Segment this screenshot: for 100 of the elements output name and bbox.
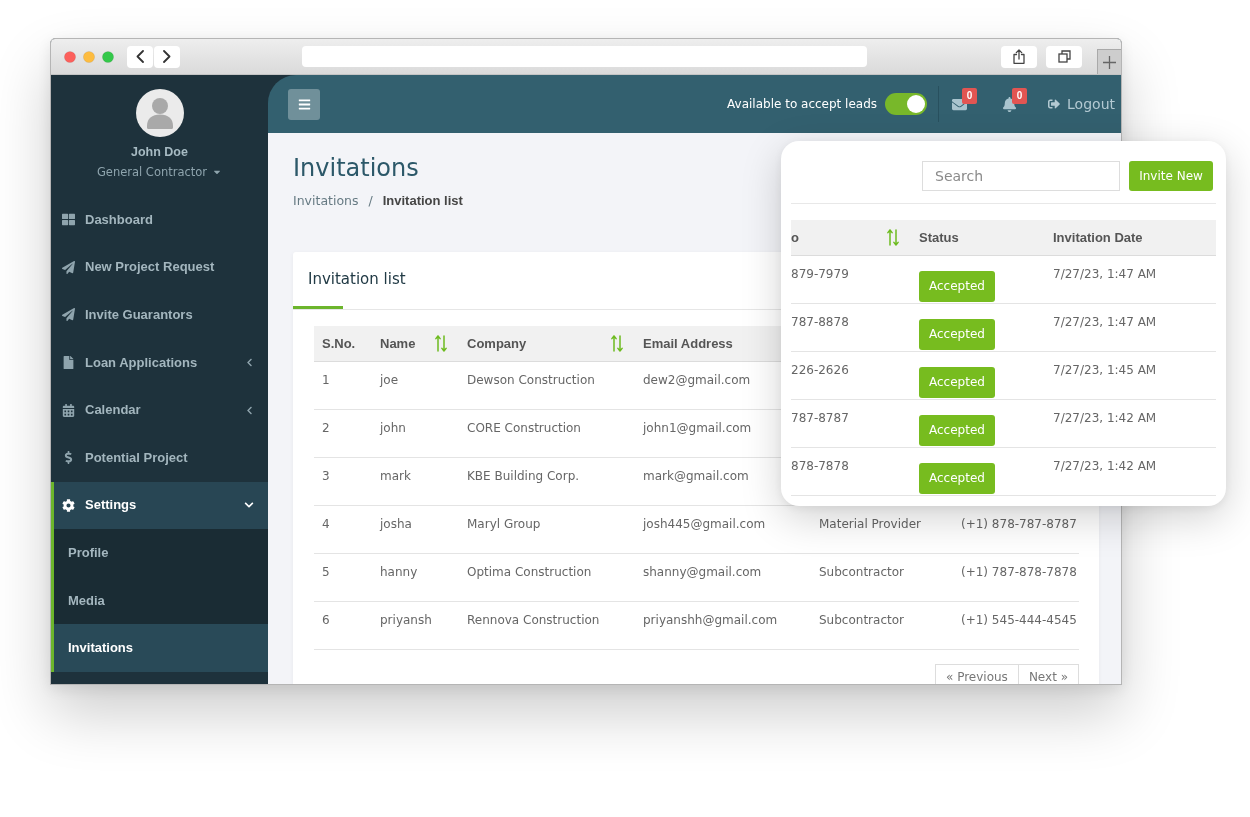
- search-field[interactable]: Search: [922, 161, 1120, 191]
- menu-icon: [297, 97, 311, 111]
- sidebar-item[interactable]: Dashboard: [54, 196, 268, 244]
- page-title: Invitations: [293, 153, 419, 183]
- table-cell: 1: [322, 372, 330, 388]
- table-cell: Subcontractor: [819, 612, 904, 628]
- sidebar-subitem[interactable]: Invitations: [54, 624, 268, 672]
- breadcrumb-link[interactable]: Invitations: [293, 192, 359, 210]
- plus-icon: [1103, 55, 1116, 69]
- sidebar-item[interactable]: Invite Guarantors: [54, 291, 268, 339]
- new-tab-button[interactable]: [1097, 49, 1121, 74]
- sidebar-item[interactable]: Calendar: [54, 386, 268, 434]
- grid-icon: [62, 213, 75, 227]
- sort-icon[interactable]: [435, 335, 447, 352]
- table-cell: 2: [322, 420, 330, 436]
- sign-out-icon: [1048, 98, 1061, 110]
- toggle-switch[interactable]: [885, 93, 928, 115]
- forward-button[interactable]: [154, 45, 180, 68]
- sidebar-item[interactable]: New Project Request: [54, 243, 268, 292]
- breadcrumb-current: Invitation list: [382, 192, 463, 210]
- sidebar-subitem[interactable]: Media: [54, 576, 268, 625]
- mail-icon: [952, 96, 968, 112]
- next-button[interactable]: Next »: [1018, 664, 1079, 684]
- logout-link[interactable]: Logout: [1048, 95, 1115, 113]
- count-badge: 0: [1012, 87, 1028, 104]
- table-cell: 226-2626: [791, 362, 849, 378]
- calendar-icon: [62, 403, 75, 417]
- table-cell: Maryl Group: [467, 516, 541, 532]
- chevron-left-icon: [136, 50, 144, 63]
- table-cell: john1@gmail.com: [643, 420, 752, 436]
- table-cell: 787-8787: [791, 410, 849, 426]
- status-badge: Accepted: [919, 319, 995, 350]
- sidebar-item[interactable]: Potential Project: [54, 433, 268, 482]
- column-header: Company: [467, 335, 527, 352]
- table-cell: josh445@gmail.com: [643, 516, 766, 532]
- table-cell: Optima Construction: [467, 564, 592, 580]
- column-header: Email Address: [643, 335, 733, 352]
- sort-icon[interactable]: [887, 229, 899, 246]
- sort-icon[interactable]: [611, 335, 623, 352]
- sidebar-item[interactable]: Settings: [54, 481, 268, 530]
- table-cell: 3: [322, 468, 330, 484]
- table-cell: KBE Building Corp.: [467, 468, 580, 484]
- sidebar-item[interactable]: Loan Applications: [54, 338, 268, 387]
- table-cell: (+1) 545-444-4545: [961, 612, 1077, 628]
- table-cell: 4: [322, 516, 330, 532]
- file-icon: [62, 356, 75, 370]
- menu-button[interactable]: [288, 88, 320, 120]
- paper-plane-icon: [62, 260, 75, 274]
- share-icon: [1013, 49, 1025, 64]
- column-header: o: [791, 229, 799, 246]
- share-button[interactable]: [1001, 45, 1037, 68]
- gear-icon: [62, 498, 75, 512]
- status-badge: Accepted: [919, 415, 995, 446]
- column-header: S.No.: [322, 335, 356, 352]
- table-cell: 7/27/23, 1:42 AM: [1053, 410, 1157, 426]
- avatar-icon: [135, 89, 184, 137]
- sidebar-subitem[interactable]: Profile: [54, 529, 268, 577]
- status-badge: Accepted: [919, 271, 995, 302]
- previous-button[interactable]: « Previous: [935, 664, 1019, 684]
- table-cell: CORE Construction: [467, 420, 581, 436]
- table-cell: josha: [380, 516, 412, 532]
- table-cell: 7/27/23, 1:47 AM: [1053, 314, 1157, 330]
- table-cell: dew2@gmail.com: [643, 372, 751, 388]
- breadcrumb-separator: /: [368, 192, 373, 210]
- card-title: Invitation list: [308, 269, 406, 289]
- count-badge: 0: [962, 87, 978, 104]
- table-cell: 7/27/23, 1:45 AM: [1053, 362, 1157, 378]
- messages-button[interactable]: 0: [952, 87, 978, 112]
- table-cell: john: [380, 420, 406, 436]
- table-cell: Subcontractor: [819, 564, 904, 580]
- table-cell: 878-7878: [791, 458, 849, 474]
- table-cell: (+1) 787-878-7878: [961, 564, 1077, 580]
- window-close-icon[interactable]: [64, 50, 76, 63]
- status-badge: Accepted: [919, 367, 995, 398]
- notifications-button[interactable]: 0: [1002, 87, 1028, 112]
- table-cell: Material Provider: [819, 516, 921, 532]
- column-header: Status: [919, 229, 959, 246]
- table-cell: mark@gmail.com: [643, 468, 749, 484]
- table-cell: 879-7979: [791, 266, 849, 282]
- toggle-label: Available to accept leads: [727, 96, 878, 112]
- table-cell: mark: [380, 468, 411, 484]
- tabs-button[interactable]: [1046, 45, 1082, 68]
- table-cell: (+1) 878-787-8787: [961, 516, 1077, 532]
- table-cell: shanny@gmail.com: [643, 564, 762, 580]
- address-field[interactable]: [302, 46, 867, 67]
- dollar-icon: [62, 451, 75, 465]
- table-cell: 7/27/23, 1:47 AM: [1053, 266, 1157, 282]
- status-badge: Accepted: [919, 463, 995, 494]
- user-name: John Doe: [131, 144, 188, 160]
- table-cell: 7/27/23, 1:42 AM: [1053, 458, 1157, 474]
- table-cell: 6: [322, 612, 330, 628]
- role-dropdown[interactable]: General Contractor: [96, 164, 223, 180]
- table-cell: 5: [322, 564, 330, 580]
- table-cell: Rennova Construction: [467, 612, 600, 628]
- chevron-right-icon: [163, 50, 171, 63]
- paper-plane-icon: [62, 308, 75, 322]
- column-header: Name: [380, 335, 416, 352]
- back-button[interactable]: [127, 45, 153, 68]
- table-cell: priyanshh@gmail.com: [643, 612, 778, 628]
- window-zoom-icon[interactable]: [102, 50, 114, 63]
